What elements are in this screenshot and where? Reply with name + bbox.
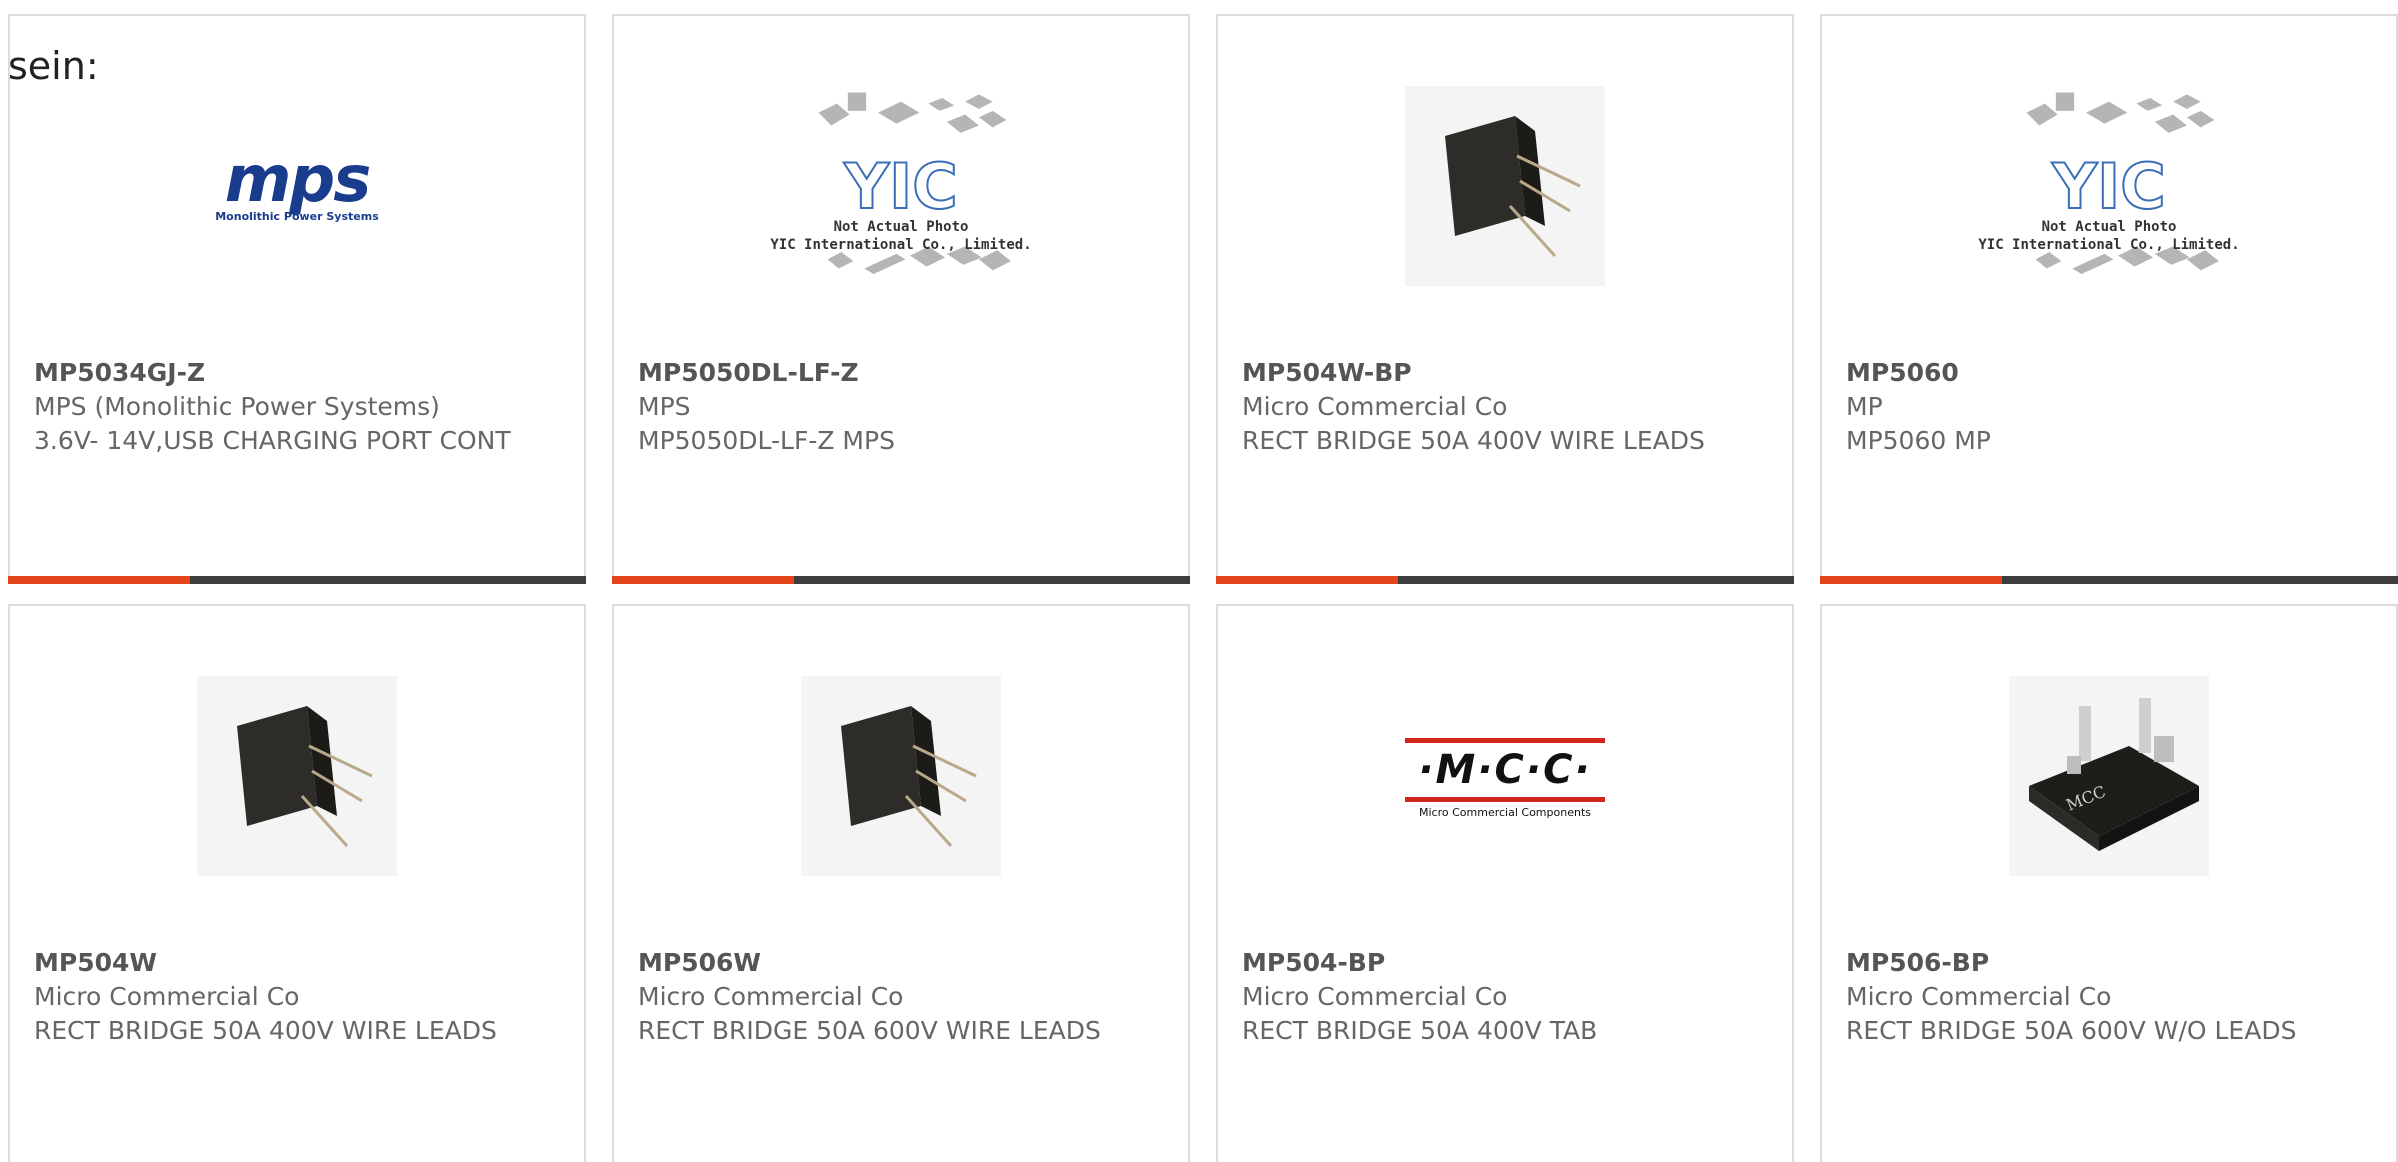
product-info: MP5034GJ-Z MPS (Monolithic Power Systems…	[34, 356, 560, 458]
lead-text: sein:	[8, 44, 99, 88]
manufacturer: Micro Commercial Co	[34, 982, 300, 1011]
card-bottom-bar	[8, 576, 586, 584]
product-info: MP5060 MP MP5060 MP	[1846, 356, 2372, 458]
page: sein: mps Monolithic Power Systems MP503…	[0, 0, 2398, 1162]
manufacturer: MPS (Monolithic Power Systems)	[34, 392, 440, 421]
product-image-mps-logo[interactable]: mps Monolithic Power Systems	[187, 76, 407, 296]
product-image-mcc-logo[interactable]: ·M·C·C· Micro Commercial Components	[1395, 666, 1615, 886]
bridge-rectifier-icon	[801, 676, 1001, 876]
mcc-logo-word: ·M·C·C·	[1418, 746, 1592, 793]
mcc-logo-rule	[1405, 796, 1605, 802]
product-info: MP504W-BP Micro Commercial Co RECT BRIDG…	[1242, 356, 1768, 458]
card-bottom-bar	[1820, 576, 2398, 584]
card-accent	[612, 576, 794, 584]
yic-placeholder-text: YIC Not Actual Photo YIC International C…	[614, 150, 1188, 254]
mps-logo-subtitle: Monolithic Power Systems	[215, 209, 379, 223]
card-bottom-bar	[1216, 576, 1794, 584]
product-card[interactable]: ·M·C·C· Micro Commercial Components MP50…	[1216, 604, 1794, 1162]
product-image-bridge-rectifier[interactable]	[1395, 76, 1615, 296]
part-number-link[interactable]: MP506-BP	[1846, 946, 2372, 980]
description: RECT BRIDGE 50A 400V TAB	[1242, 1016, 1598, 1045]
part-number-link[interactable]: MP5050DL-LF-Z	[638, 356, 1164, 390]
part-number-link[interactable]: MP504W-BP	[1242, 356, 1768, 390]
manufacturer: Micro Commercial Co	[638, 982, 904, 1011]
product-card[interactable]: MP504W-BP Micro Commercial Co RECT BRIDG…	[1216, 14, 1794, 584]
card-accent	[1820, 576, 2002, 584]
description: RECT BRIDGE 50A 600V W/O LEADS	[1846, 1016, 2297, 1045]
part-number-link[interactable]: MP5060	[1846, 356, 2372, 390]
product-info: MP5050DL-LF-Z MPS MP5050DL-LF-Z MPS	[638, 356, 1164, 458]
product-info: MP506W Micro Commercial Co RECT BRIDGE 5…	[638, 946, 1164, 1048]
yic-company-note: YIC International Co., Limited.	[1978, 237, 2240, 253]
part-number-link[interactable]: MP504W	[34, 946, 560, 980]
not-actual-photo-note: Not Actual Photo	[833, 219, 969, 235]
bridge-rectifier-tab-icon: MCC	[2009, 676, 2209, 876]
card-accent	[8, 576, 190, 584]
description: RECT BRIDGE 50A 400V WIRE LEADS	[1242, 426, 1705, 455]
bridge-rectifier-icon	[197, 676, 397, 876]
manufacturer: MPS	[638, 392, 691, 421]
description: RECT BRIDGE 50A 600V WIRE LEADS	[638, 1016, 1101, 1045]
product-card[interactable]: MP504W Micro Commercial Co RECT BRIDGE 5…	[8, 604, 586, 1162]
manufacturer: MP	[1846, 392, 1883, 421]
card-bottom-bar	[612, 576, 1190, 584]
yic-logo-word: YIC	[843, 150, 958, 223]
manufacturer: Micro Commercial Co	[1846, 982, 2112, 1011]
product-card[interactable]: YIC Not Actual Photo YIC International C…	[1820, 14, 2398, 584]
product-card[interactable]: MP506W Micro Commercial Co RECT BRIDGE 5…	[612, 604, 1190, 1162]
description: MP5050DL-LF-Z MPS	[638, 426, 895, 455]
product-image-bridge-rectifier[interactable]	[791, 666, 1011, 886]
product-info: MP504-BP Micro Commercial Co RECT BRIDGE…	[1242, 946, 1768, 1048]
product-card[interactable]: MCC MP506-BP Micro Commercial Co RECT BR…	[1820, 604, 2398, 1162]
description: RECT BRIDGE 50A 400V WIRE LEADS	[34, 1016, 497, 1045]
yic-company-note: YIC International Co., Limited.	[770, 237, 1032, 253]
mcc-logo-rule	[1405, 737, 1605, 743]
part-number-link[interactable]: MP504-BP	[1242, 946, 1768, 980]
product-card[interactable]: mps Monolithic Power Systems MP5034GJ-Z …	[8, 14, 586, 584]
mcc-logo-subtitle: Micro Commercial Components	[1419, 805, 1591, 819]
product-image-bridge-rectifier-tab[interactable]: MCC	[1999, 666, 2219, 886]
manufacturer: Micro Commercial Co	[1242, 392, 1508, 421]
product-image-bridge-rectifier[interactable]	[187, 666, 407, 886]
part-number-link[interactable]: MP506W	[638, 946, 1164, 980]
yic-logo-word: YIC	[2051, 150, 2166, 223]
not-actual-photo-note: Not Actual Photo	[2041, 219, 2177, 235]
part-number-link[interactable]: MP5034GJ-Z	[34, 356, 560, 390]
product-card[interactable]: YIC Not Actual Photo YIC International C…	[612, 14, 1190, 584]
mps-logo-word: mps	[224, 142, 372, 217]
product-info: MP506-BP Micro Commercial Co RECT BRIDGE…	[1846, 946, 2372, 1048]
product-info: MP504W Micro Commercial Co RECT BRIDGE 5…	[34, 946, 560, 1048]
manufacturer: Micro Commercial Co	[1242, 982, 1508, 1011]
description: MP5060 MP	[1846, 426, 1991, 455]
description: 3.6V- 14V,USB CHARGING PORT CONT	[34, 426, 511, 455]
yic-placeholder-text: YIC Not Actual Photo YIC International C…	[1822, 150, 2396, 254]
bridge-rectifier-icon	[1405, 86, 1605, 286]
card-accent	[1216, 576, 1398, 584]
